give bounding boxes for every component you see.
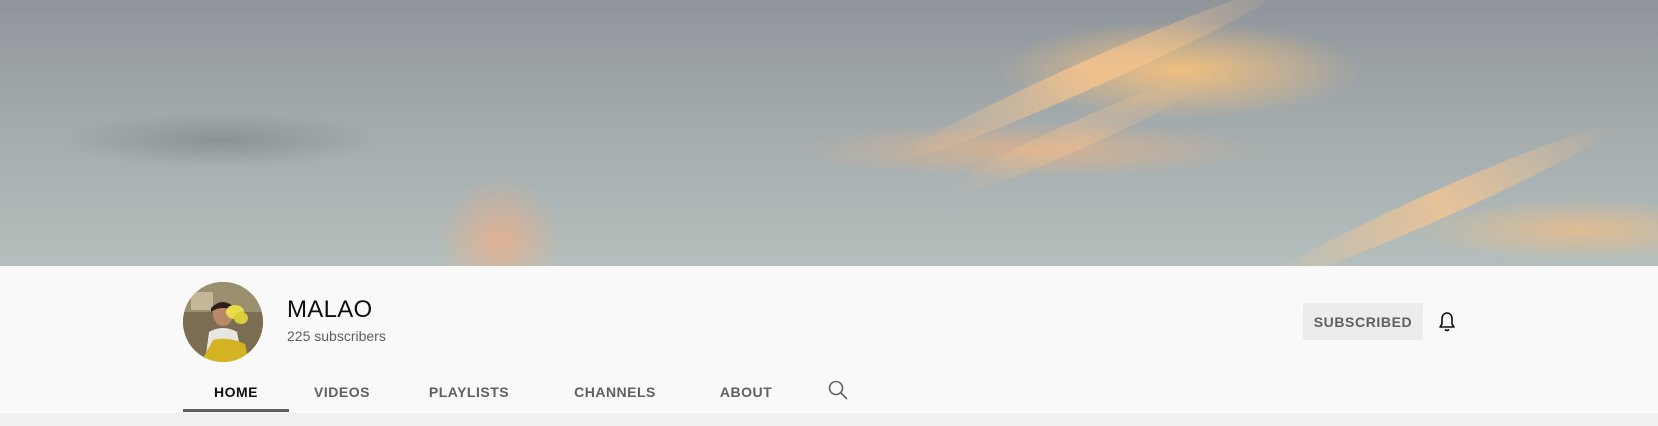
channel-name: MALAO: [287, 296, 373, 323]
subscribed-button[interactable]: SUBSCRIBED: [1303, 303, 1423, 340]
bell-icon[interactable]: [1435, 310, 1459, 334]
banner-cloud-streak: [1260, 113, 1620, 266]
subscriber-count: 225 subscribers: [287, 328, 386, 344]
tab-videos[interactable]: VIDEOS: [289, 372, 395, 412]
channel-banner: [0, 0, 1658, 266]
tab-about[interactable]: ABOUT: [697, 372, 795, 412]
tab-playlists[interactable]: PLAYLISTS: [413, 372, 525, 412]
tab-home[interactable]: HOME: [183, 372, 289, 412]
banner-cloud-streak: [892, 0, 1288, 173]
channel-avatar[interactable]: [183, 282, 263, 362]
tab-channels[interactable]: CHANNELS: [553, 372, 677, 412]
search-icon[interactable]: [826, 378, 850, 402]
active-tab-indicator: [183, 409, 289, 412]
